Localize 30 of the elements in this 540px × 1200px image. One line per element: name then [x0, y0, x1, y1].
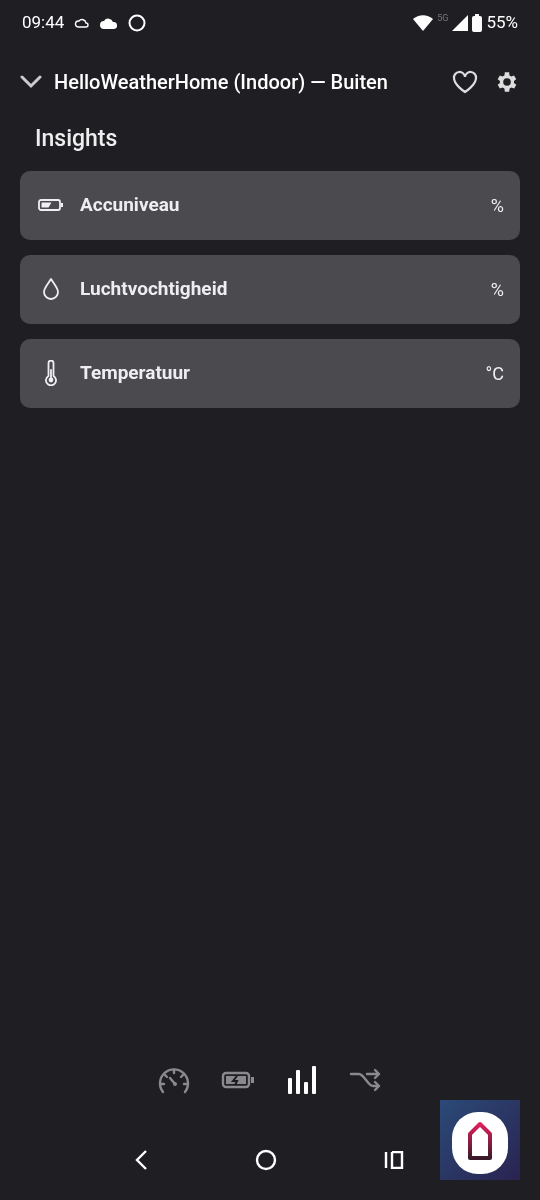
insight-unit: °C: [485, 361, 504, 386]
battery-icon: [38, 198, 64, 212]
heart-icon: [452, 70, 478, 94]
battery-percentage: 55%: [486, 11, 518, 35]
section-title: Insights: [34, 124, 119, 154]
thermometer-icon: [44, 360, 58, 386]
battery-status-icon: [472, 14, 483, 32]
clock: 09:44: [22, 11, 65, 35]
insight-card[interactable]: Temperatuur °C: [20, 338, 520, 408]
droplet-icon: [42, 277, 60, 301]
home-icon[interactable]: [255, 1149, 277, 1171]
signal-icon: [452, 15, 469, 31]
circle-icon: [128, 14, 147, 32]
insight-label: Luchtvochtigheid: [80, 275, 229, 302]
cloud-icon: [100, 17, 119, 29]
insight-label: Temperatuur: [80, 359, 192, 386]
app-bubble-icon[interactable]: [440, 1100, 520, 1180]
favorite-button[interactable]: [452, 70, 478, 94]
chevron-down-icon: [20, 75, 42, 89]
network-label: 5G: [437, 12, 449, 26]
insight-card[interactable]: Luchtvochtigheid %: [20, 254, 520, 324]
collapse-button[interactable]: [20, 75, 42, 89]
wifi-icon: [413, 15, 434, 31]
insight-card[interactable]: Accuniveau %: [20, 170, 520, 240]
cloud-sun-icon: [74, 17, 91, 29]
insight-unit: %: [490, 193, 504, 218]
device-title: HelloWeatherHome (Indoor) — Buiten: [54, 69, 389, 96]
insight-unit: %: [490, 277, 504, 302]
insight-label: Accuniveau: [80, 191, 181, 218]
back-icon[interactable]: [133, 1149, 148, 1171]
